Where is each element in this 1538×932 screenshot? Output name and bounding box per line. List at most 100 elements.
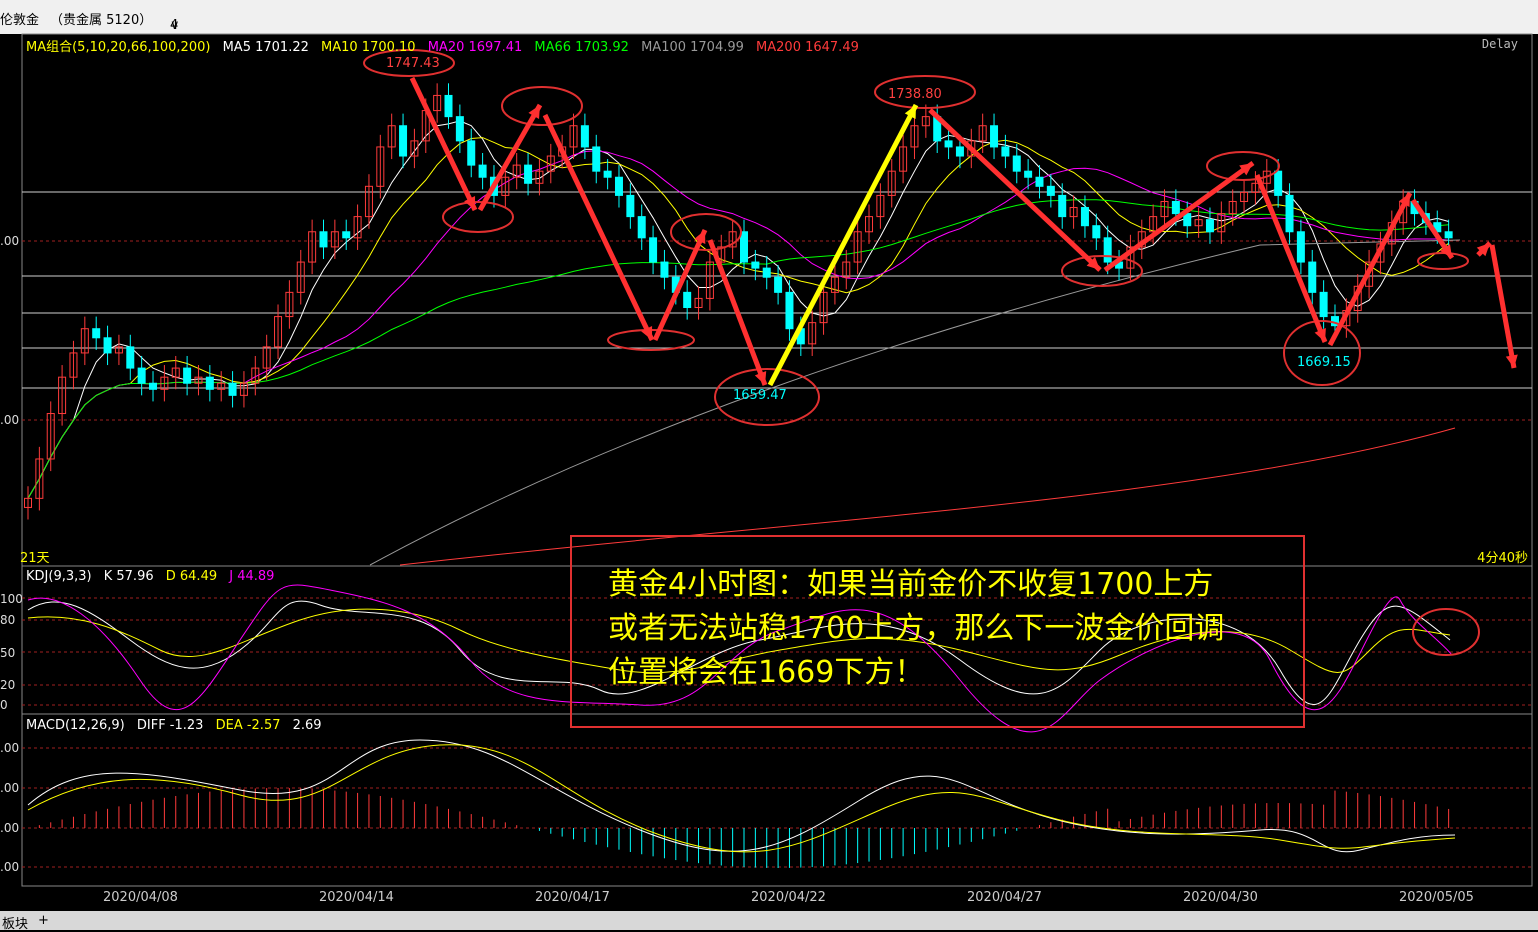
add-tab-button[interactable]: + [38,913,49,928]
ma66-value: MA66 1703.92 [534,40,629,55]
candle-body [751,261,760,269]
y-tick-kdj-50: 50 [0,646,16,660]
candle-body [592,146,601,172]
candle-body [1001,146,1010,157]
candle-body [444,94,453,118]
candle-body [149,382,158,390]
candle-body [1319,291,1328,318]
kdj-k-value: K 57.96 [103,569,154,584]
candle-body [126,346,135,369]
candle-body [205,376,214,390]
macd-panel-border [21,713,1533,887]
y-tick-macd-2: .00 [0,781,20,795]
candle-body [1296,231,1305,263]
candle-body [1285,194,1294,233]
trend-down-arrow [409,76,478,212]
span-label: 21天 [20,551,50,566]
candle-body [1046,185,1055,196]
macd-title[interactable]: MACD(12,26,9) [26,718,125,733]
candle-body [399,125,408,157]
kdj-title[interactable]: KDJ(9,3,3) [26,569,92,584]
x-tick-label: 2020/04/27 [967,890,1042,905]
annotation-line-3: 位置将会在1669下方！ [608,655,925,690]
ma100-line [369,239,1461,566]
projection-down-arrow [1489,244,1517,369]
candle-body [137,367,146,384]
candle-body [1274,170,1283,196]
y-tick-main-2: .00 [0,413,20,427]
annotation-line-1: 黄金4小时图：如果当前金价不收复1700上方 [608,567,1214,602]
candle-body [1092,225,1101,239]
macd-dea-value: DEA -2.57 [215,718,281,733]
ma20-value: MA20 1697.41 [427,40,523,55]
ma5-value: MA5 1701.22 [222,40,309,55]
candle-body [637,216,646,239]
trend-down-arrow [928,108,1102,272]
candlesticks [24,83,1453,520]
y-tick-kdj-80: 80 [0,613,16,627]
candle-body [990,125,999,148]
kdj-j-value: J 44.89 [229,569,275,584]
candle-body [1171,200,1180,215]
macd-legend: MACD(12,26,9) DIFF -1.23 DEA -2.57 2.69 [26,718,330,733]
y-tick-kdj-0: 0 [0,698,8,712]
candle-body [762,267,771,278]
candle-body [614,176,623,196]
trend-up-arrow [1103,160,1255,273]
delay-label: Delay [1481,37,1518,51]
candle-body [1024,170,1033,178]
candle-body [1444,231,1453,239]
candle-body [660,261,669,278]
candle-body [92,328,101,339]
candle-body [603,170,612,178]
price-label-high-1: 1747.43 [386,56,440,71]
ma66-line [27,199,1449,499]
candle-body [774,276,783,293]
candle-body [1035,176,1044,187]
ma10-value: MA10 1700.10 [321,40,416,55]
candle-body [1103,237,1112,263]
candle-body [478,164,487,178]
candle-body [683,291,692,308]
candle-body [1058,194,1067,218]
highlight-ellipse [442,201,514,233]
x-tick-label: 2020/05/05 [1399,890,1474,905]
candle-body [626,194,635,218]
candle-body [319,231,328,248]
highlight-ellipse [501,86,583,126]
x-tick-label: 2020/04/30 [1183,890,1258,905]
chart-canvas[interactable] [0,0,1538,930]
candle-body [580,125,589,148]
candle-body [1205,219,1214,233]
annotation-line-2: 或者无法站稳1700上方，那么下一波金价回调 [608,611,1225,646]
candle-body [455,116,464,142]
candle-body [1012,155,1021,172]
price-label-low-1: 1659.47 [733,388,787,403]
candle-body [740,231,748,263]
macd-value: 2.69 [292,718,322,733]
trend-up-arrow [652,228,708,342]
candle-body [785,291,794,330]
candle-body [944,140,953,148]
price-label-high-2: 1738.80 [888,87,942,102]
trend-up-arrow [477,103,543,212]
tab-sector[interactable]: 板块 [2,913,28,932]
macd-diff-value: DIFF -1.23 [136,718,204,733]
y-tick-macd-1: .00 [0,741,20,755]
trend-up-arrow [1327,191,1413,347]
x-tick-label: 2020/04/08 [103,890,178,905]
y-tick-main-1: .00 [0,234,20,248]
ma-legend-title[interactable]: MA组合(5,10,20,66,100,200) [26,40,210,55]
x-tick-label: 2020/04/17 [535,890,610,905]
moving-average-lines [27,120,1461,566]
kdj-legend: KDJ(9,3,3) K 57.96 D 64.49 J 44.89 [26,569,282,584]
y-tick-macd-4: .00 [0,860,20,874]
annotation-text: 黄金4小时图：如果当前金价不收复1700上方 或者无法站稳1700上方，那么下一… [608,563,1298,695]
countdown-label: 4分40秒 [1477,551,1528,566]
ma100-value: MA100 1704.99 [641,40,744,55]
y-tick-kdj-20: 20 [0,678,16,692]
x-tick-label: 2020/04/14 [319,890,394,905]
ma200-value: MA200 1647.49 [756,40,859,55]
macd-dea-line [27,744,1456,853]
candle-body [342,231,351,239]
